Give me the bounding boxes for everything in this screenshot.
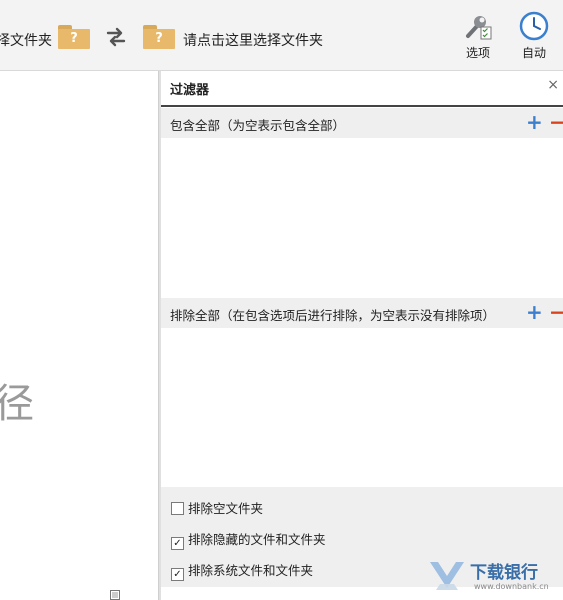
drop-hint-text: 径 bbox=[0, 381, 34, 427]
exclude-system-checkbox[interactable]: ✓ bbox=[171, 568, 184, 581]
exclude-hidden-checkbox[interactable]: ✓ bbox=[171, 537, 184, 550]
include-remove-icon[interactable]: − bbox=[549, 110, 563, 134]
filter-panel-header: 过滤器 × bbox=[161, 71, 563, 107]
list-icon[interactable] bbox=[110, 590, 120, 600]
exclude-hidden-option[interactable]: ✓ 排除隐藏的文件和文件夹 bbox=[171, 529, 326, 550]
left-folder-badge: ? bbox=[58, 29, 90, 49]
right-folder-icon[interactable]: ? bbox=[143, 25, 175, 49]
exclude-list[interactable] bbox=[161, 328, 563, 487]
watermark-subtext: www.downbank.cn bbox=[474, 582, 549, 591]
auto-label: 自动 bbox=[521, 46, 546, 60]
left-folder-icon[interactable]: ? bbox=[58, 25, 90, 49]
watermark: 下载银行 www.downbank.cn bbox=[428, 556, 563, 596]
exclude-empty-folders-checkbox[interactable] bbox=[171, 502, 184, 515]
options-label: 选项 bbox=[465, 46, 490, 60]
include-add-icon[interactable]: + bbox=[526, 110, 543, 134]
exclude-empty-folders-option[interactable]: 排除空文件夹 bbox=[171, 498, 263, 516]
left-folder-label[interactable]: 择文件夹 bbox=[0, 30, 52, 50]
wrench-checklist-icon bbox=[466, 16, 492, 40]
filter-panel: 过滤器 × 包含全部（为空表示包含全部） + − 排除全部（在包含选项后进行排除… bbox=[161, 71, 563, 600]
auto-button[interactable]: 自动 bbox=[514, 10, 554, 64]
exclude-system-option[interactable]: ✓ 排除系统文件和文件夹 bbox=[171, 560, 314, 581]
clock-icon bbox=[519, 11, 549, 41]
swap-arrows-icon[interactable] bbox=[104, 25, 128, 49]
toolbar: 择文件夹 ? ? 请点击这里选择文件夹 选项 自动 bbox=[0, 0, 563, 71]
left-pane: 径 bbox=[0, 71, 158, 600]
include-section-header: 包含全部（为空表示包含全部） + − bbox=[161, 108, 563, 138]
close-icon[interactable]: × bbox=[547, 77, 559, 93]
right-folder-label[interactable]: 请点击这里选择文件夹 bbox=[183, 30, 323, 50]
options-button[interactable]: 选项 bbox=[458, 10, 498, 64]
exclude-section-label: 排除全部（在包含选项后进行排除，为空表示没有排除项） bbox=[170, 308, 496, 323]
include-section-label: 包含全部（为空表示包含全部） bbox=[170, 118, 346, 133]
exclude-hidden-label: 排除隐藏的文件和文件夹 bbox=[188, 532, 326, 547]
right-folder-badge: ? bbox=[143, 29, 175, 49]
exclude-remove-icon[interactable]: − bbox=[549, 300, 563, 324]
exclude-system-label: 排除系统文件和文件夹 bbox=[188, 563, 314, 578]
filter-panel-title: 过滤器 bbox=[170, 83, 210, 98]
exclude-empty-folders-label: 排除空文件夹 bbox=[188, 501, 264, 516]
exclude-add-icon[interactable]: + bbox=[526, 300, 543, 324]
watermark-text: 下载银行 bbox=[470, 563, 538, 583]
watermark-logo-icon bbox=[430, 562, 464, 590]
include-list[interactable] bbox=[161, 138, 563, 298]
exclude-section-header: 排除全部（在包含选项后进行排除，为空表示没有排除项） + − bbox=[161, 298, 563, 328]
